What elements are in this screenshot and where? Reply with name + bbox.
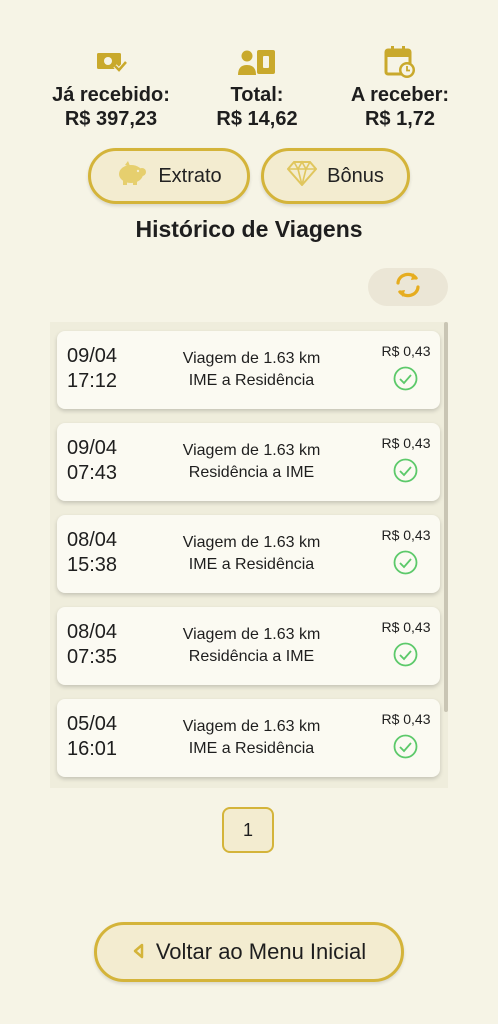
trip-date: 05/04	[67, 713, 118, 735]
received-stat: Já recebido: R$ 397,23	[36, 44, 186, 131]
check-circle-icon	[393, 642, 418, 672]
trip-route: IME a Residência	[188, 740, 315, 757]
received-label: Já recebido:	[52, 84, 170, 106]
piggy-bank-icon	[116, 159, 148, 193]
extrato-label: Extrato	[158, 164, 222, 187]
trip-description: Viagem de 1.63 km IME a Residência	[159, 348, 344, 392]
trip-route: IME a Residência	[188, 372, 315, 389]
trip-time: 07:43	[67, 462, 118, 484]
trip-time: 17:12	[67, 370, 118, 392]
page-title: Histórico de Viagens	[135, 216, 363, 242]
total-label: Total:	[230, 84, 284, 106]
total-value: R$ 14,62	[216, 108, 298, 130]
trip-card[interactable]: 09/04 07:43 Viagem de 1.63 km Residência…	[57, 423, 440, 501]
trip-datetime: 05/04 16:01	[67, 712, 137, 762]
bonus-button[interactable]: Bônus	[261, 148, 410, 204]
total-stat: Total: R$ 14,62	[182, 44, 332, 131]
to-receive-label: A receber:	[350, 84, 450, 106]
check-circle-icon	[393, 458, 418, 488]
trip-description: Viagem de 1.63 km Residência a IME	[159, 624, 344, 668]
trip-distance: Viagem de 1.63 km	[182, 718, 321, 735]
refresh-button[interactable]	[368, 268, 448, 306]
back-to-menu-label: Voltar ao Menu Inicial	[155, 939, 367, 964]
trip-card[interactable]: 05/04 16:01 Viagem de 1.63 km IME a Resi…	[57, 699, 440, 777]
to-receive-stat: A receber: R$ 1,72	[325, 44, 475, 131]
trip-route: IME a Residência	[188, 556, 315, 573]
back-to-menu-button[interactable]: Voltar ao Menu Inicial	[94, 922, 404, 982]
trip-route: Residência a IME	[188, 648, 315, 665]
money-check-icon	[36, 44, 186, 80]
trip-time: 07:35	[67, 646, 118, 668]
extrato-button[interactable]: Extrato	[88, 148, 250, 204]
trip-datetime: 08/04 07:35	[67, 620, 137, 670]
page-1-button[interactable]: 1	[222, 807, 274, 853]
trip-distance: Viagem de 1.63 km	[182, 350, 321, 367]
trip-distance: Viagem de 1.63 km	[182, 442, 321, 459]
trip-datetime: 09/04 17:12	[67, 344, 137, 394]
trip-route: Residência a IME	[188, 464, 315, 481]
refresh-icon	[391, 271, 425, 304]
trip-datetime: 08/04 15:38	[67, 528, 137, 578]
trip-distance: Viagem de 1.63 km	[182, 534, 321, 551]
trip-price: R$ 0,43	[381, 527, 431, 543]
trip-date: 08/04	[67, 529, 118, 551]
bonus-label: Bônus	[327, 164, 384, 187]
trip-card[interactable]: 08/04 07:35 Viagem de 1.63 km Residência…	[57, 607, 440, 685]
trip-time: 15:38	[67, 554, 118, 576]
received-value: R$ 397,23	[64, 108, 158, 130]
trip-price: R$ 0,43	[381, 343, 431, 359]
diamond-icon	[286, 160, 318, 192]
trip-distance: Viagem de 1.63 km	[182, 626, 321, 643]
trip-datetime: 09/04 07:43	[67, 436, 137, 486]
trip-date: 09/04	[67, 437, 118, 459]
trip-card[interactable]: 09/04 17:12 Viagem de 1.63 km IME a Resi…	[57, 331, 440, 409]
to-receive-value: R$ 1,72	[364, 108, 436, 130]
trip-date: 09/04	[67, 345, 118, 367]
trip-price: R$ 0,43	[381, 619, 431, 635]
trip-list[interactable]: 09/04 17:12 Viagem de 1.63 km IME a Resi…	[50, 322, 448, 788]
list-scrollbar[interactable]	[444, 322, 448, 712]
trip-date: 08/04	[67, 621, 118, 643]
trip-description: Viagem de 1.63 km Residência a IME	[159, 440, 344, 484]
check-circle-icon	[393, 734, 418, 764]
check-circle-icon	[393, 366, 418, 396]
user-money-icon	[182, 44, 332, 80]
trip-description: Viagem de 1.63 km IME a Residência	[159, 716, 344, 760]
check-circle-icon	[393, 550, 418, 580]
trip-card[interactable]: 08/04 15:38 Viagem de 1.63 km IME a Resi…	[57, 515, 440, 593]
caret-left-icon	[132, 939, 144, 965]
trip-price: R$ 0,43	[381, 435, 431, 451]
calendar-clock-icon	[325, 44, 475, 80]
trip-description: Viagem de 1.63 km IME a Residência	[159, 532, 344, 576]
trip-price: R$ 0,43	[381, 711, 431, 727]
trip-time: 16:01	[67, 738, 118, 760]
